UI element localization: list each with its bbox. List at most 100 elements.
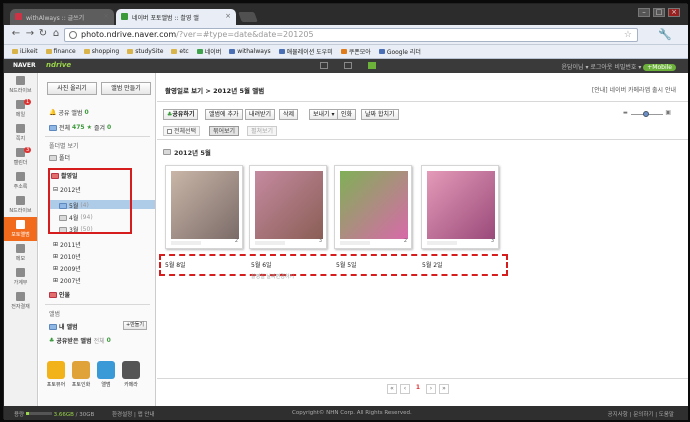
nav-approval[interactable]: 전자결재 <box>4 289 37 313</box>
new-tab-button[interactable] <box>238 12 258 22</box>
add-album-button[interactable]: +만들기 <box>123 321 147 330</box>
home-icon[interactable]: ⌂ <box>50 29 62 39</box>
close-tab-icon[interactable]: × <box>225 12 231 20</box>
photo-stack[interactable]: 3 <box>249 165 327 249</box>
folder-item[interactable]: 폴더 <box>49 153 70 162</box>
service-logo[interactable]: ndrive <box>46 61 71 69</box>
close-tab-icon[interactable]: × <box>103 12 109 20</box>
expand-icon[interactable]: ⊞ <box>53 277 58 284</box>
print-button[interactable]: 인화 <box>337 109 357 120</box>
first-page-button[interactable]: « <box>387 384 397 394</box>
naver-logo[interactable]: NAVER <box>13 62 36 69</box>
tab-grouped-view[interactable]: 묶어보기 <box>209 126 240 136</box>
address-bar[interactable]: photo.ndrive.naver.com/?ver=#type=date&d… <box>64 28 638 42</box>
app-photoprint[interactable]: 포토인화 <box>71 361 91 388</box>
back-icon[interactable]: ← <box>10 29 22 39</box>
nav-ndrive2[interactable]: N드라이브 <box>4 193 37 217</box>
tab-withalways[interactable]: withAlways :: 글쓰기 × <box>10 9 114 25</box>
nav-ledger[interactable]: 가계부 <box>4 265 37 289</box>
next-page-button[interactable]: › <box>426 384 436 394</box>
bookmark-item[interactable]: studySite <box>127 48 163 55</box>
photo-thumbnail[interactable] <box>340 171 408 239</box>
bookmark-item[interactable]: finance <box>45 48 76 55</box>
wrench-icon[interactable]: 🔧 <box>658 28 672 41</box>
my-album-item[interactable]: 내 앨범 <box>49 322 78 331</box>
shared-album-item[interactable]: 🔔 공유 앨범 0 <box>49 108 89 117</box>
bookmark-item[interactable]: 애뮬레이션 도우미 <box>278 47 333 56</box>
photo-thumbnail[interactable] <box>255 171 323 239</box>
home-icon[interactable] <box>320 62 328 69</box>
minimize-icon[interactable]: – <box>638 8 650 17</box>
make-album-button[interactable]: 앨범 만들기 <box>101 82 151 95</box>
window-icon[interactable] <box>344 62 352 69</box>
send-button[interactable]: 보내기 ▾ <box>309 109 339 120</box>
app-camera[interactable]: 카메라 <box>121 361 141 388</box>
people-item[interactable]: 인물 <box>49 290 70 299</box>
last-page-button[interactable]: » <box>439 384 449 394</box>
all-photos-item[interactable]: 전체 475 ★ 즐겨 0 <box>49 123 111 132</box>
photo-thumbnail[interactable] <box>427 171 495 239</box>
zoom-knob[interactable] <box>643 111 649 117</box>
tab-photoalbum[interactable]: 네이버 포토앨범 :: 촬영 앨 × <box>116 9 236 25</box>
photo-date-label[interactable]: 5월 8일 <box>165 260 186 269</box>
bookmark-item[interactable]: etc <box>171 48 189 55</box>
expand-icon[interactable]: ⊞ <box>53 265 58 272</box>
year-item[interactable]: ⊞ 2009년 <box>53 264 81 273</box>
bookmark-item[interactable]: Google 리더 <box>378 47 421 56</box>
photo-date-label[interactable]: 5월 6일 <box>251 260 272 269</box>
bookmark-item[interactable]: iLikeit <box>12 48 38 55</box>
nav-contacts[interactable]: 주소록 <box>4 169 37 193</box>
close-window-icon[interactable]: × <box>668 8 680 17</box>
nav-calendar[interactable]: 캘린더 3 <box>4 145 37 169</box>
upload-photo-button[interactable]: 사진 올리기 <box>47 82 97 95</box>
bookmark-star-icon[interactable]: ☆ <box>624 29 632 41</box>
reload-icon[interactable]: ↻ <box>37 29 49 39</box>
nav-photoalbum[interactable]: 포토앨범 <box>4 217 37 241</box>
mobile-badge[interactable]: +Mobile <box>643 64 676 71</box>
nav-memo[interactable]: 메모 <box>4 241 37 265</box>
merge-dates-button[interactable]: 날짜 합치기 <box>361 109 399 120</box>
forward-icon[interactable]: → <box>24 29 36 39</box>
delete-button[interactable]: 삭제 <box>279 109 299 120</box>
footer-links-right[interactable]: 공지사항 | 문의하기 | 도움말 <box>608 410 674 418</box>
photo-date-label[interactable]: 5월 5일 <box>336 260 357 269</box>
year-item[interactable]: ⊞ 2010년 <box>53 252 81 261</box>
app-photoviewer[interactable]: 포토뷰어 <box>46 361 66 388</box>
bookmark-item[interactable]: 쿠폰모아 <box>340 47 371 56</box>
share-button[interactable]: ♣공유하기 <box>163 109 199 120</box>
photo-meta <box>171 241 201 245</box>
expand-icon[interactable]: ⊞ <box>53 253 58 260</box>
user-menu[interactable]: 윤담이님 ▾ 로그아웃 비밀번호 ▾ +Mobile <box>561 62 676 71</box>
photo-stack[interactable]: 2 <box>165 165 243 249</box>
photo-meta <box>255 241 285 245</box>
expand-icon[interactable]: ⊞ <box>53 241 58 248</box>
zoom-out-icon[interactable]: ▬ <box>623 110 628 116</box>
prev-page-button[interactable]: ‹ <box>400 384 410 394</box>
received-album-item[interactable]: ♣ 공유받은 앨범 전체 0 <box>49 336 111 345</box>
notice-link[interactable]: [안내] 네이버 카메라앱 출시 안내 <box>592 85 676 94</box>
nav-note[interactable]: 쪽지 <box>4 121 37 145</box>
tab-expanded-view[interactable]: 펼쳐보기 <box>247 126 278 136</box>
select-all-checkbox[interactable]: 전체선택 <box>163 126 201 136</box>
footer-links-left[interactable]: 환경설정 | 앱 안내 <box>112 410 155 418</box>
photo-date-label[interactable]: 5월 2일 <box>422 260 443 269</box>
year-item[interactable]: ⊞ 2011년 <box>53 240 81 249</box>
current-page[interactable]: 1 <box>413 384 423 394</box>
nav-ndrive[interactable]: N드라이브 <box>4 73 37 97</box>
bookmark-item[interactable]: withalways <box>229 48 271 55</box>
bookmark-item[interactable]: shopping <box>83 48 119 55</box>
nav-mail[interactable]: 메일 1 <box>4 97 37 121</box>
download-button[interactable]: 내려받기 <box>245 109 276 120</box>
year-item[interactable]: ⊞ 2007년 <box>53 276 81 285</box>
zoom-in-icon[interactable]: ▣ <box>665 109 671 116</box>
photo-thumbnail[interactable] <box>171 171 239 239</box>
photo-stack[interactable]: 2 <box>334 165 412 249</box>
page-info-icon[interactable] <box>69 31 77 39</box>
zoom-slider[interactable]: ▬ ▣ <box>623 109 671 117</box>
app-album[interactable]: 앨범 <box>96 361 116 388</box>
bookmark-item[interactable]: 네이버 <box>196 47 221 56</box>
photo-stack[interactable]: 3 <box>421 165 499 249</box>
add-to-album-button[interactable]: 앨범에 추가 <box>205 109 243 120</box>
people-icon[interactable] <box>368 62 376 69</box>
maximize-icon[interactable]: □ <box>653 8 665 17</box>
